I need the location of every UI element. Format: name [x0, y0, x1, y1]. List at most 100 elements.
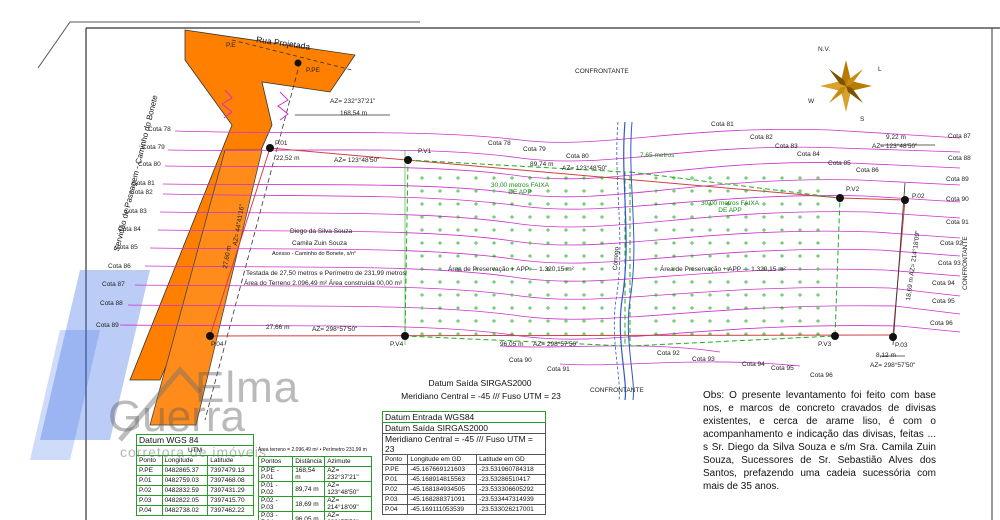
edge-top-mid-dist: 89,74 m	[530, 161, 554, 168]
app-hatch-mark	[798, 319, 802, 323]
table-utm-subtitle: UTM	[136, 445, 254, 456]
app-hatch-mark	[582, 306, 586, 310]
app-hatch-mark	[816, 241, 820, 245]
cota-label: Cota 78	[148, 126, 171, 133]
app-hatch-mark	[798, 293, 802, 297]
table-gd-subtitle: Datum Saída SIRGAS2000	[382, 422, 546, 434]
point-p01	[266, 144, 274, 152]
app-hatch-mark	[564, 189, 568, 193]
cota-label: Cota 94	[742, 361, 765, 368]
app-hatch-mark	[654, 293, 658, 297]
cota-label: Cota 91	[946, 219, 969, 226]
cota-label: Cota 89	[96, 322, 119, 329]
table-dist-header: Azimute	[324, 456, 372, 467]
app-hatch-mark	[726, 228, 730, 232]
owner-access: Acesso - Caminho do Bonete, s/n°	[272, 251, 357, 257]
app-hatch-mark	[600, 267, 604, 271]
app-hatch-mark	[726, 280, 730, 284]
app-hatch-mark	[582, 202, 586, 206]
label-pv4: P.V4	[390, 341, 404, 348]
north-arrow-icon	[820, 60, 872, 112]
cota-label: Cota 81	[132, 180, 155, 187]
table-dist-row: P.02 - P.03 18,69 m AZ= 214°18'09"	[257, 496, 372, 512]
app-hatch-mark	[438, 228, 442, 232]
app-hatch-mark	[816, 202, 820, 206]
cota-label: Cota 88	[100, 300, 123, 307]
app-hatch-mark	[420, 319, 424, 323]
app-hatch-mark	[474, 319, 478, 323]
app-hatch-mark	[510, 215, 514, 219]
app-hatch-mark	[654, 189, 658, 193]
road-pe-label: P.E	[226, 42, 236, 49]
app-hatch-mark	[762, 215, 766, 219]
app-hatch-mark	[528, 215, 532, 219]
table-utm-header: Latitude	[207, 455, 254, 466]
table-gd-title: Datum Entrada WGS84	[382, 411, 546, 423]
app-hatch-mark	[672, 176, 676, 180]
app-hatch-mark	[438, 202, 442, 206]
table-gd-header: Longitude em GD	[407, 454, 478, 465]
table-utm-row-cell: P.02	[136, 485, 163, 496]
cota-label: Cota 80	[566, 153, 589, 160]
app-hatch-mark	[654, 241, 658, 245]
table-gd-row: P.04 -45.169111053539 -23.533026217001	[381, 504, 546, 515]
app-hatch-mark	[798, 176, 802, 180]
table-utm-header: Longitude	[161, 455, 209, 466]
road-ppe-label: P.PE	[306, 67, 320, 74]
app-hatch-mark	[690, 280, 694, 284]
break-line-right	[277, 91, 289, 121]
edge-top-left-dist: 22,52 m	[276, 155, 300, 162]
app-hatch-mark	[762, 189, 766, 193]
cota-label: Cota 83	[775, 143, 798, 150]
app-strip-top: 7,65 metros	[640, 152, 675, 159]
azimuth-top-dist: 168,54 m	[340, 110, 368, 117]
label-p01: P.01	[275, 140, 288, 147]
table-gd-row-cell: P.02	[381, 484, 409, 495]
cota-label: Cota 79	[523, 146, 546, 153]
app-hatch-mark	[546, 176, 550, 180]
app-hatch-mark	[780, 293, 784, 297]
app-label-right: Área de Preservação + APP — 1.320,15 m²	[660, 266, 786, 273]
app-hatch-mark	[708, 319, 712, 323]
app-hatch-mark	[708, 241, 712, 245]
app-hatch-mark	[456, 293, 460, 297]
app-hatch-mark	[510, 228, 514, 232]
app-hatch-mark	[780, 176, 784, 180]
app-hatch-mark	[690, 176, 694, 180]
app-hatch-mark	[654, 176, 658, 180]
table-gd-row-cell: -45.168184934505	[407, 484, 478, 495]
table-dist-row-cell: P.03 - P.04	[257, 511, 294, 520]
table-utm-row-cell: 7397462.22	[207, 505, 254, 516]
app-hatch-mark	[582, 280, 586, 284]
table-dist-row-cell: 18,69 m	[292, 496, 326, 512]
cota-label: Cota 90	[509, 357, 532, 364]
table-dist-row: P.PE - P.01 168,54 m AZ= 232°37'21"	[257, 466, 372, 482]
app-hatch-mark	[762, 202, 766, 206]
app-hatch-mark	[492, 306, 496, 310]
table-utm: Datum WGS 84 UTM Ponto Longitude Latitude …	[136, 434, 254, 516]
app-hatch-mark	[582, 228, 586, 232]
north-nv: N.V.	[818, 46, 831, 53]
app-hatch-mark	[672, 293, 676, 297]
app-hatch-mark	[816, 280, 820, 284]
app-hatch-mark	[546, 306, 550, 310]
table-gd-row-cell: -45.169111053539	[407, 504, 478, 515]
table-dist-row: P.01 - P.02 89,74 m AZ= 123°48'50"	[257, 481, 372, 497]
app-hatch-mark	[600, 319, 604, 323]
app-hatch-mark	[510, 319, 514, 323]
cota-label: Cota 85	[828, 160, 851, 167]
app-hatch-mark	[816, 293, 820, 297]
cota-label: Cota 86	[108, 263, 131, 270]
table-utm-row-cell: 0482832.59	[161, 485, 209, 496]
table-dist-row-cell: P.02 - P.03	[257, 496, 294, 512]
cota-label: Cota 80	[138, 161, 161, 168]
table-gd-row-cell: P.03	[381, 494, 409, 505]
table-dist-row-cell: 168,54 m	[292, 466, 326, 482]
app-hatch-mark	[456, 189, 460, 193]
table-dist-header: Pontos	[257, 456, 294, 467]
label-p03: P.03	[895, 342, 908, 349]
app-label-left: Área de Preservação + APP — 1.320,15 m²	[448, 266, 574, 273]
lot-info-line2: Área do Terreno 2.096,49 m² Área constru…	[244, 280, 403, 287]
app-hatch-mark	[798, 280, 802, 284]
app-hatch-mark	[762, 319, 766, 323]
